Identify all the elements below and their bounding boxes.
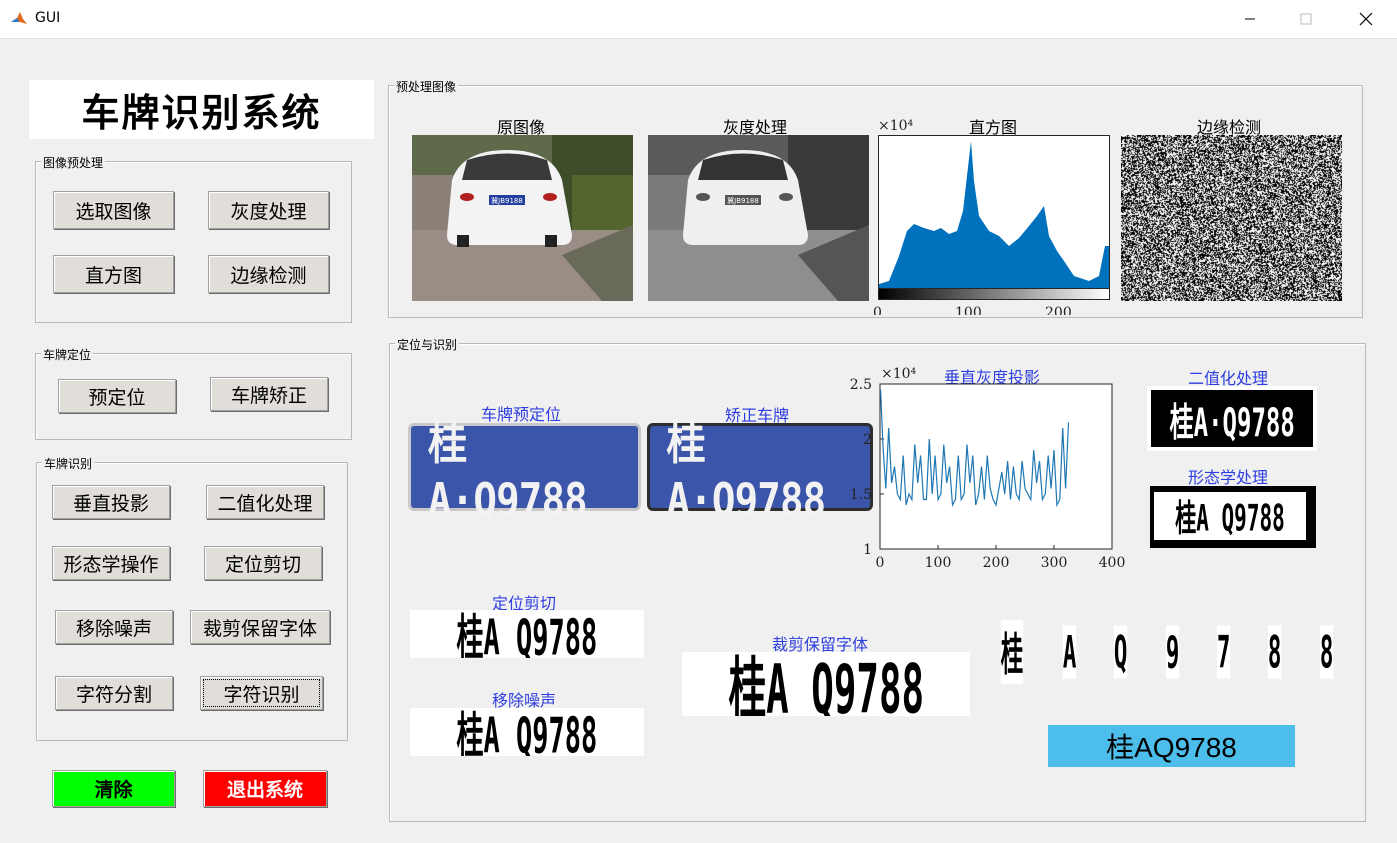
histogram-axes [878, 135, 1110, 300]
x-tick-label: 0 [876, 555, 885, 571]
histogram-xtick: 200 [1045, 305, 1072, 315]
panel-title: 图像预处理 [41, 154, 106, 171]
y-tick-label: 2 [863, 432, 872, 448]
app-title: 车牌识别系统 [81, 90, 322, 135]
char-recognize-button[interactable]: 字符识别 [200, 676, 323, 710]
morph-plate-text: 桂A Q9788 [1175, 496, 1285, 540]
maximize-button[interactable] [1283, 0, 1329, 38]
x-tick-label: 300 [1041, 555, 1068, 571]
x-tick-label: 100 [925, 555, 952, 571]
title-bar: GUI [0, 0, 1397, 39]
histogram-colorbar [879, 288, 1109, 299]
plate-text: 桂A·Q9788 [666, 416, 827, 527]
segmented-char: Q [1114, 625, 1128, 679]
crop-keep-text: 桂A Q9788 [728, 652, 924, 716]
plate-small-text-gray: 冀JB9188 [727, 196, 759, 205]
panel-title: 车牌识别 [42, 455, 95, 472]
clear-button[interactable]: 清除 [52, 770, 175, 807]
crop-locate-button[interactable]: 定位剪切 [204, 546, 322, 580]
binarize-button[interactable]: 二值化处理 [206, 485, 324, 519]
morph-plate-image: 桂A Q9788 [1150, 486, 1316, 548]
segmented-char: 桂 [1000, 619, 1024, 685]
matlab-icon [10, 10, 28, 28]
original-image: 冀JB9188 [412, 135, 633, 301]
denoise-text: 桂A Q9788 [456, 709, 598, 756]
vproj-chart: 0 100 200 300 400 1 1.5 2 2.5 [850, 377, 1126, 571]
prelocate-plate-image: 桂A·Q9788 [408, 416, 641, 527]
close-icon [1359, 12, 1373, 26]
morph-plate-inner: 桂A Q9788 [1154, 492, 1306, 540]
panel-title: 预处理图像 [394, 78, 459, 95]
panel-title: 车牌定位 [41, 346, 94, 363]
minimize-icon [1245, 18, 1255, 20]
char-segment-button[interactable]: 字符分割 [55, 676, 173, 710]
grayscale-button[interactable]: 灰度处理 [208, 191, 329, 229]
app-title-box: 车牌识别系统 [29, 80, 374, 139]
histogram-exponent: ×10⁴ [878, 118, 914, 134]
prelocate-button[interactable]: 预定位 [58, 379, 176, 413]
vproj-plot-area [879, 383, 1113, 550]
crop-keep-font-button[interactable]: 裁剪保留字体 [190, 610, 330, 644]
y-tick-label: 1.5 [850, 487, 872, 503]
edge-detect-button[interactable]: 边缘检测 [208, 255, 329, 293]
segmented-char: 8 [1319, 625, 1334, 679]
crop-image: 桂A Q9788 [410, 610, 644, 658]
gray-image: 冀JB9188 [648, 135, 869, 301]
close-button[interactable] [1343, 0, 1389, 38]
morphology-button[interactable]: 形态学操作 [52, 546, 170, 580]
panel-preprocess: 图像预处理 [35, 154, 352, 323]
binary-plate-image: 桂A·Q9788 [1147, 386, 1317, 451]
minimize-button[interactable] [1227, 0, 1273, 38]
plate-small-text: 冀JB9188 [491, 196, 523, 205]
denoise-image: 桂A Q9788 [410, 708, 644, 756]
segmented-char: A [1062, 625, 1077, 679]
crop-keep-image: 桂A Q9788 [682, 652, 970, 716]
panel-title: 定位与识别 [395, 336, 460, 353]
crop-text: 桂A Q9788 [456, 611, 598, 658]
result-text: 桂AQ9788 [1106, 732, 1237, 763]
histogram-xtick: 100 [955, 305, 982, 315]
plate-text: 桂A·Q9788 [428, 416, 588, 527]
vertical-projection-button[interactable]: 垂直投影 [52, 485, 170, 519]
exit-button[interactable]: 退出系统 [203, 770, 327, 807]
segmented-char: 9 [1165, 625, 1180, 679]
denoise-button[interactable]: 移除噪声 [55, 610, 173, 644]
result-box: 桂AQ9788 [1048, 725, 1295, 767]
segmented-char: 7 [1216, 625, 1231, 679]
correct-plate-button[interactable]: 车牌矫正 [210, 377, 328, 411]
maximize-icon [1300, 13, 1312, 25]
binary-plate-text: 桂A·Q9788 [1169, 400, 1295, 446]
histogram-plot [879, 141, 1109, 289]
select-image-button[interactable]: 选取图像 [53, 191, 174, 229]
y-tick-label: 2.5 [850, 377, 872, 393]
histogram-xtick: 0 [873, 305, 882, 315]
segmented-chars: 桂 A Q 9 7 8 8 [996, 619, 1336, 685]
y-tick-label: 1 [863, 542, 872, 558]
x-tick-label: 200 [983, 555, 1010, 571]
histogram-button[interactable]: 直方图 [53, 255, 174, 293]
x-tick-label: 400 [1099, 555, 1126, 571]
segmented-char: 8 [1268, 625, 1282, 679]
window-title: GUI [35, 10, 61, 26]
morph-label: 形态学处理 [1188, 468, 1269, 487]
edge-image [1121, 135, 1342, 301]
